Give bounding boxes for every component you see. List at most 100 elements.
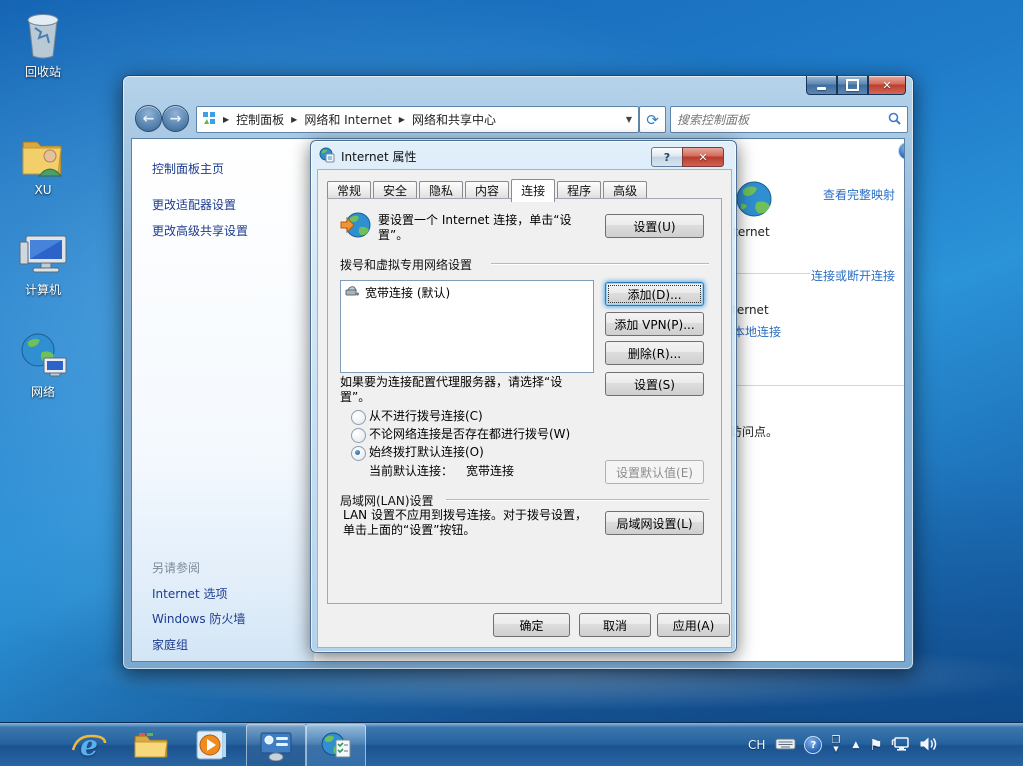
sidebar-item-windows-firewall[interactable]: Windows 防火墙: [152, 610, 245, 627]
network-center-icon: [202, 111, 216, 128]
cancel-button[interactable]: 取消: [579, 613, 651, 637]
sidebar-item-internet-options[interactable]: Internet 选项: [152, 585, 227, 602]
breadcrumb-separator[interactable]: ▶: [399, 115, 405, 124]
current-default-value: 宽带连接: [466, 464, 514, 479]
radio-dial-when-no-network-label[interactable]: 不论网络连接是否存在都进行拨号(W): [369, 427, 570, 442]
breadcrumb-separator[interactable]: ▶: [223, 115, 229, 124]
show-hidden-icons-button[interactable]: ▲: [852, 740, 859, 750]
ok-button[interactable]: 确定: [493, 613, 570, 637]
tray-window-restore-icon[interactable]: ❐ ▼: [831, 737, 840, 753]
maximize-button[interactable]: [837, 76, 868, 95]
list-item-label: 宽带连接 (默认): [365, 284, 450, 301]
breadcrumb-network-sharing[interactable]: 网络和共享中心: [412, 111, 496, 128]
help-glyph: ?: [904, 146, 905, 157]
close-button[interactable]: ✕: [868, 76, 906, 95]
action-center-flag-icon[interactable]: ⚑: [869, 736, 882, 754]
refresh-button[interactable]: ⟳: [639, 106, 666, 133]
group-divider: [491, 263, 709, 264]
tab-connections[interactable]: 连接: [511, 179, 555, 202]
refresh-icon: ⟳: [646, 111, 659, 129]
settings-button-label: 设置(S): [634, 376, 675, 393]
control-panel-icon: [259, 731, 293, 761]
set-default-button-label: 设置默认值(E): [616, 464, 693, 481]
minimize-button[interactable]: [806, 76, 837, 95]
radio-always-dial[interactable]: [351, 446, 366, 461]
view-full-map-link[interactable]: 查看完整映射: [823, 186, 895, 203]
dialog-titlebar: Internet 属性: [319, 147, 416, 166]
see-also-header: 另请参阅: [152, 559, 200, 576]
sidebar-item-change-adapter[interactable]: 更改适配器设置: [152, 196, 236, 213]
local-connection-link[interactable]: 本地连接: [733, 323, 781, 340]
internet-properties-icon: [319, 731, 353, 761]
add-button-label: 添加(D)...: [627, 286, 681, 303]
radio-always-dial-label[interactable]: 始终拨打默认连接(O): [369, 445, 484, 460]
breadcrumb-separator[interactable]: ▶: [291, 115, 297, 124]
group-divider: [446, 499, 709, 500]
back-icon: ←: [143, 111, 155, 127]
dialog-help-button[interactable]: ?: [651, 147, 683, 167]
dialog-title: Internet 属性: [341, 148, 416, 165]
network-status-icon[interactable]: [891, 736, 911, 755]
apply-button[interactable]: 应用(A): [657, 613, 730, 637]
back-button[interactable]: ←: [135, 105, 162, 132]
search-icon: [888, 112, 901, 128]
lan-settings-button[interactable]: 局域网设置(L): [605, 511, 704, 535]
lan-settings-button-label: 局域网设置(L): [616, 515, 692, 532]
remove-button[interactable]: 删除(R)...: [605, 341, 704, 365]
desktop-icon-network[interactable]: 网络: [0, 328, 86, 400]
sidebar-item-homegroup[interactable]: 家庭组: [152, 636, 188, 653]
add-button[interactable]: 添加(D)...: [605, 282, 704, 306]
set-default-button[interactable]: 设置默认值(E): [605, 460, 704, 484]
search-box[interactable]: [670, 106, 908, 133]
keyboard-icon[interactable]: [775, 737, 796, 754]
radio-never-dial[interactable]: [351, 410, 366, 425]
help-icon[interactable]: ?: [898, 142, 905, 160]
sidebar-item-control-panel-home[interactable]: 控制面板主页: [152, 160, 224, 177]
add-vpn-button[interactable]: 添加 VPN(P)...: [605, 312, 704, 336]
setup-network-partial-text: 访问点。: [730, 423, 778, 440]
dialog-close-button[interactable]: ✕: [682, 147, 724, 167]
breadcrumb-control-panel[interactable]: 控制面板: [236, 111, 284, 128]
sidebar-item-advanced-sharing[interactable]: 更改高级共享设置: [152, 222, 248, 239]
search-input[interactable]: [671, 113, 888, 127]
forward-button[interactable]: →: [162, 105, 189, 132]
close-icon: ✕: [882, 79, 891, 92]
input-language-indicator[interactable]: CH: [748, 738, 765, 752]
radio-never-dial-label[interactable]: 从不进行拨号连接(C): [369, 409, 483, 424]
breadcrumb: ▶ 控制面板 ▶ 网络和 Internet ▶ 网络和共享中心 ▼: [196, 106, 639, 133]
close-icon: ✕: [698, 151, 707, 164]
forward-icon: →: [170, 111, 182, 127]
desktop: 回收站 XU 计算机 网络 ✕ ← → ▶ 控制面板: [0, 0, 1023, 766]
maximize-icon: [846, 79, 859, 91]
taskbar-ie-icon[interactable]: e: [66, 724, 112, 766]
system-tray: CH ? ❐ ▼ ▲ ⚑: [748, 723, 937, 766]
settings-button[interactable]: 设置(S): [605, 372, 704, 396]
lan-instruction-text: LAN 设置不应用到拨号连接。对于拨号设置，单击上面的“设置”按钮。: [343, 508, 597, 538]
taskbar: e CH ? ❐ ▼ ▲ ⚑: [0, 722, 1023, 766]
apply-button-label: 应用(A): [673, 617, 715, 634]
desktop-icon-recycle-bin[interactable]: 回收站: [0, 8, 86, 80]
dialog-icon: [319, 147, 335, 166]
connect-disconnect-link[interactable]: 连接或断开连接: [811, 267, 895, 284]
list-item-broadband[interactable]: 宽带连接 (默认): [341, 281, 593, 304]
remove-button-label: 删除(R)...: [628, 345, 681, 362]
breadcrumb-network-internet[interactable]: 网络和 Internet: [304, 111, 391, 128]
minimize-icon: [817, 87, 826, 90]
taskbar-control-panel-button[interactable]: [246, 724, 306, 766]
taskbar-internet-properties-button[interactable]: [306, 724, 366, 766]
desktop-icon-computer[interactable]: 计算机: [0, 226, 86, 298]
desktop-icon-user-folder[interactable]: XU: [0, 128, 86, 197]
sidebar: 控制面板主页 更改适配器设置 更改高级共享设置 另请参阅 Internet 选项…: [132, 139, 314, 661]
current-default-label: 当前默认连接：: [369, 464, 453, 479]
ok-button-label: 确定: [519, 617, 543, 634]
volume-icon[interactable]: [919, 736, 937, 755]
connections-listbox[interactable]: 宽带连接 (默认): [340, 280, 594, 373]
radio-dial-when-no-network[interactable]: [351, 428, 366, 443]
setup-button[interactable]: 设置(U): [605, 214, 704, 238]
taskbar-explorer-icon[interactable]: [128, 724, 174, 766]
breadcrumb-dropdown-icon[interactable]: ▼: [626, 115, 632, 124]
tray-help-icon[interactable]: ?: [804, 736, 822, 754]
taskbar-media-player-icon[interactable]: [188, 724, 234, 766]
computer-icon: [0, 226, 86, 278]
setup-button-label: 设置(U): [633, 218, 675, 235]
